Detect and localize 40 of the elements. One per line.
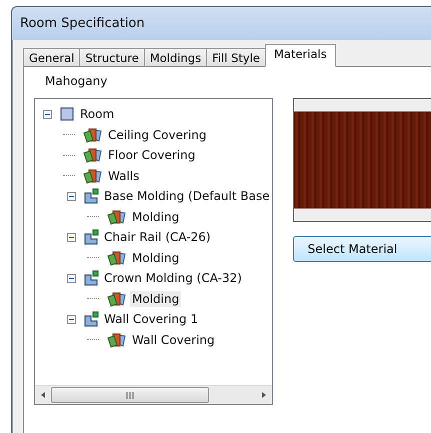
tree-item[interactable]: Molding: [130, 208, 182, 225]
tree-item[interactable]: Molding: [130, 290, 182, 307]
collapse-icon[interactable]: [43, 110, 52, 119]
tab[interactable]: Structure: [79, 48, 145, 67]
tree-item[interactable]: Ceiling Covering: [106, 126, 208, 143]
tree-item[interactable]: Wall Covering: [130, 332, 217, 348]
tree-item[interactable]: Molding: [130, 250, 182, 266]
material-swatches-icon: [107, 208, 127, 225]
scroll-thumb[interactable]: [51, 387, 209, 403]
material-swatches-icon: [107, 290, 127, 307]
collapse-icon[interactable]: [67, 274, 76, 283]
material-swatches-icon: [83, 126, 103, 143]
tab[interactable]: Materials: [264, 44, 336, 67]
room-cube-icon: [59, 106, 75, 122]
collapse-icon[interactable]: [67, 232, 76, 242]
collapse-icon[interactable]: [67, 192, 76, 201]
horizontal-scrollbar[interactable]: [35, 385, 272, 404]
tree-item[interactable]: Walls: [106, 168, 142, 184]
collapse-icon[interactable]: [67, 314, 76, 324]
molding-profile-icon: [83, 270, 99, 286]
tab[interactable]: General: [23, 48, 80, 67]
tree-item[interactable]: Base Molding (Default Base: [102, 188, 272, 204]
molding-profile-icon: [83, 311, 99, 328]
tree-item[interactable]: Floor Covering: [106, 147, 198, 164]
tree-item[interactable]: Chair Rail (CA-26): [102, 229, 213, 246]
tree-item[interactable]: Crown Molding (CA-32): [102, 270, 244, 286]
molding-profile-icon: [83, 229, 99, 246]
tab[interactable]: Fill Style: [206, 48, 266, 67]
material-name: Mahogany: [44, 73, 108, 90]
tree-item[interactable]: Room: [78, 106, 116, 122]
select-material-button[interactable]: Select Material: [292, 236, 431, 262]
window-title: Room Specification: [20, 16, 145, 31]
material-swatches-icon: [83, 147, 103, 164]
material-swatches-icon: [107, 332, 127, 348]
molding-profile-icon: [83, 188, 99, 204]
material-swatches-icon: [83, 168, 103, 184]
tree-item[interactable]: Wall Covering 1: [102, 311, 200, 328]
grip-icon: [126, 392, 134, 398]
tab[interactable]: Moldings: [144, 48, 208, 67]
material-swatches-icon: [107, 250, 127, 266]
